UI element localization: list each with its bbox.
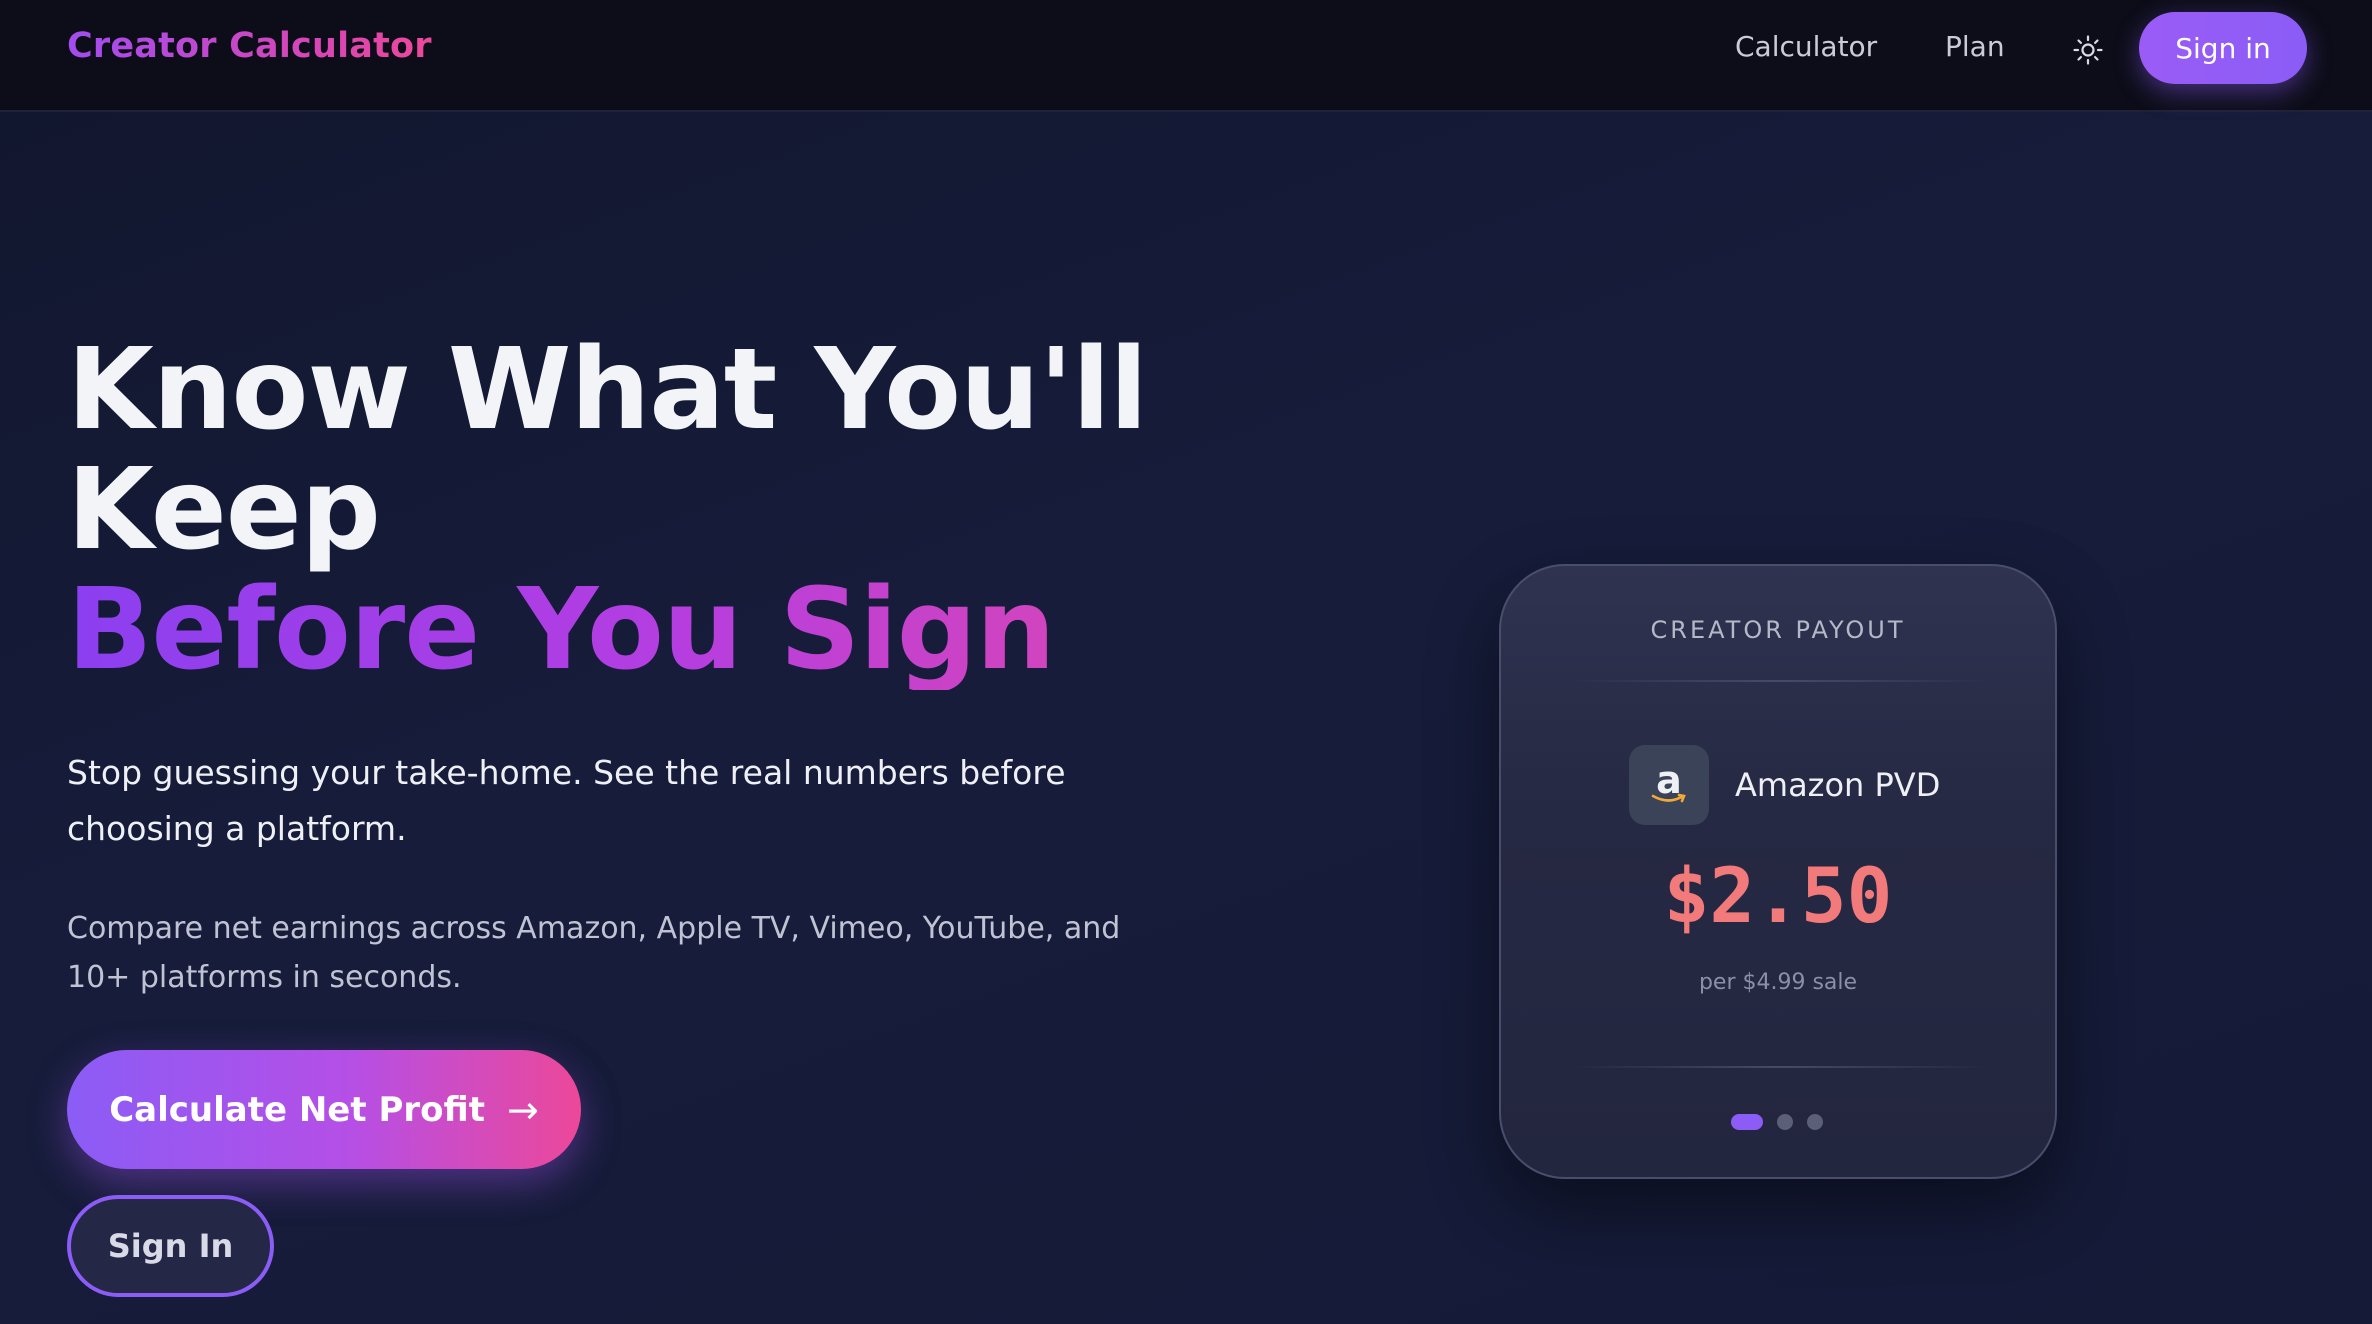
hero-title: Know What You'll Keep Before You Sign [67,330,1167,690]
hero-subtitle: Stop guessing your take-home. See the re… [67,753,1066,848]
carousel-dot-3[interactable] [1807,1114,1823,1130]
nav-link-calculator[interactable]: Calculator [1735,30,1877,63]
hero-signin-button[interactable]: Sign In [67,1195,274,1297]
payout-amount: $2.50 [1663,851,1893,940]
brand-logo[interactable]: Creator Calculator [67,26,432,66]
nav-link-plan[interactable]: Plan [1945,30,2005,63]
top-navbar: Creator Calculator Calculator Plan Sign … [0,0,2372,112]
amazon-logo-icon: a [1629,745,1709,825]
hero-description: Compare net earnings across Amazon, Appl… [67,911,1121,995]
nav-signin-button[interactable]: Sign in [2139,12,2307,84]
carousel-dots [1731,1114,1823,1130]
payout-caption: per $4.99 sale [1698,970,1858,995]
theme-toggle-button[interactable] [2066,28,2110,72]
carousel-dot-2[interactable] [1777,1114,1793,1130]
sun-icon [2073,35,2103,65]
hero-title-highlight: Before You Sign [67,570,1167,690]
platform-row: a Amazon PVD [1629,745,1940,825]
carousel-dot-1[interactable] [1731,1114,1763,1130]
creator-payout-card: CREATOR PAYOUT a Amazon PVD $2.50 per $4… [1499,564,2057,1179]
arrow-right-icon: → [506,1087,539,1132]
card-label: CREATOR PAYOUT [1650,616,1906,644]
hero-title-line1: Know What You'll Keep [67,325,1148,575]
cta-label: Calculate Net Profit [109,1089,485,1130]
platform-name: Amazon PVD [1735,766,1941,804]
card-divider-bottom [1571,1066,1989,1068]
card-divider-top [1571,680,1989,682]
calculate-net-profit-button[interactable]: Calculate Net Profit → [67,1050,581,1169]
